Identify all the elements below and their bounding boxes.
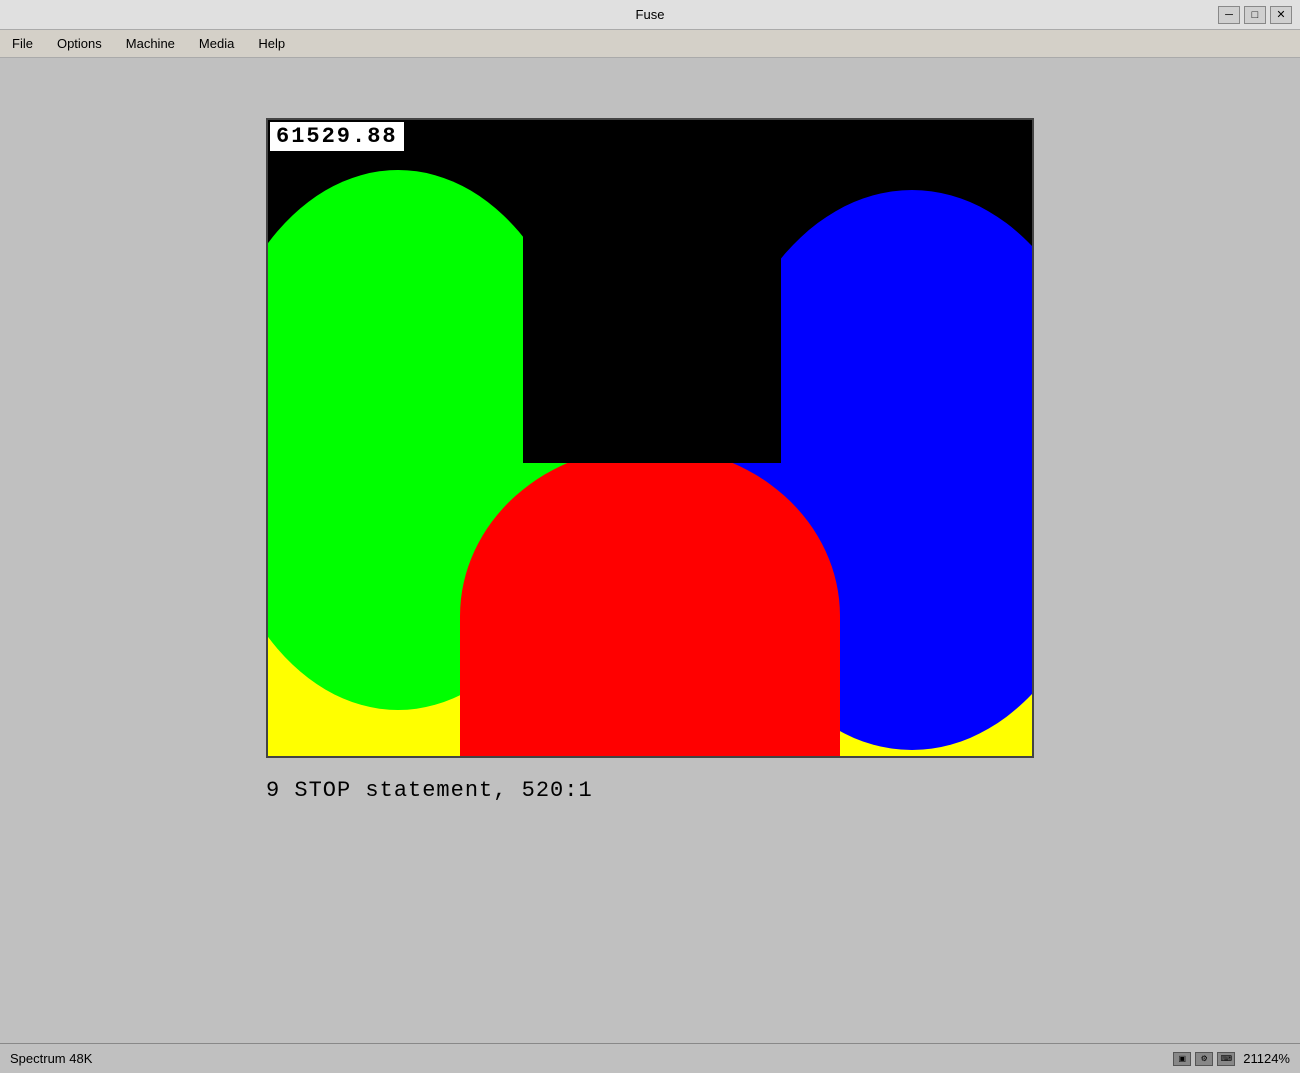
status-bar: Spectrum 48K ▣ ⚙ ⌨ 21124% <box>0 1043 1300 1073</box>
main-content: 61529.88 9 STOP statement, 520:1 <box>0 58 1300 1043</box>
menu-help[interactable]: Help <box>250 34 293 53</box>
joystick-icon: ⚙ <box>1195 1052 1213 1066</box>
maximize-icon: □ <box>1252 9 1259 21</box>
menu-file[interactable]: File <box>4 34 41 53</box>
minimize-button[interactable]: ─ <box>1218 6 1240 24</box>
title-bar: Fuse ─ □ ✕ <box>0 0 1300 30</box>
close-button[interactable]: ✕ <box>1270 6 1292 24</box>
close-icon: ✕ <box>1276 8 1285 21</box>
menu-media[interactable]: Media <box>191 34 242 53</box>
spectrum-model: Spectrum 48K <box>10 1051 92 1066</box>
spectrum-screen: 61529.88 <box>266 118 1034 758</box>
menu-options[interactable]: Options <box>49 34 110 53</box>
keyboard-icon: ⌨ <box>1217 1052 1235 1066</box>
zoom-level: 21124% <box>1243 1051 1290 1066</box>
system-icons: ▣ ⚙ ⌨ <box>1173 1052 1235 1066</box>
number-display: 61529.88 <box>270 122 404 151</box>
tape-icon: ▣ <box>1173 1052 1191 1066</box>
maximize-button[interactable]: □ <box>1244 6 1266 24</box>
window-title: Fuse <box>636 7 665 22</box>
menu-bar: File Options Machine Media Help <box>0 30 1300 58</box>
screen-container: 61529.88 9 STOP statement, 520:1 <box>266 118 1034 758</box>
status-text: 9 STOP statement, 520:1 <box>266 778 1034 803</box>
minimize-icon: ─ <box>1225 9 1233 21</box>
window-controls: ─ □ ✕ <box>1218 6 1292 24</box>
black-overlay <box>523 120 781 463</box>
status-right-area: ▣ ⚙ ⌨ 21124% <box>1173 1051 1290 1066</box>
menu-machine[interactable]: Machine <box>118 34 183 53</box>
